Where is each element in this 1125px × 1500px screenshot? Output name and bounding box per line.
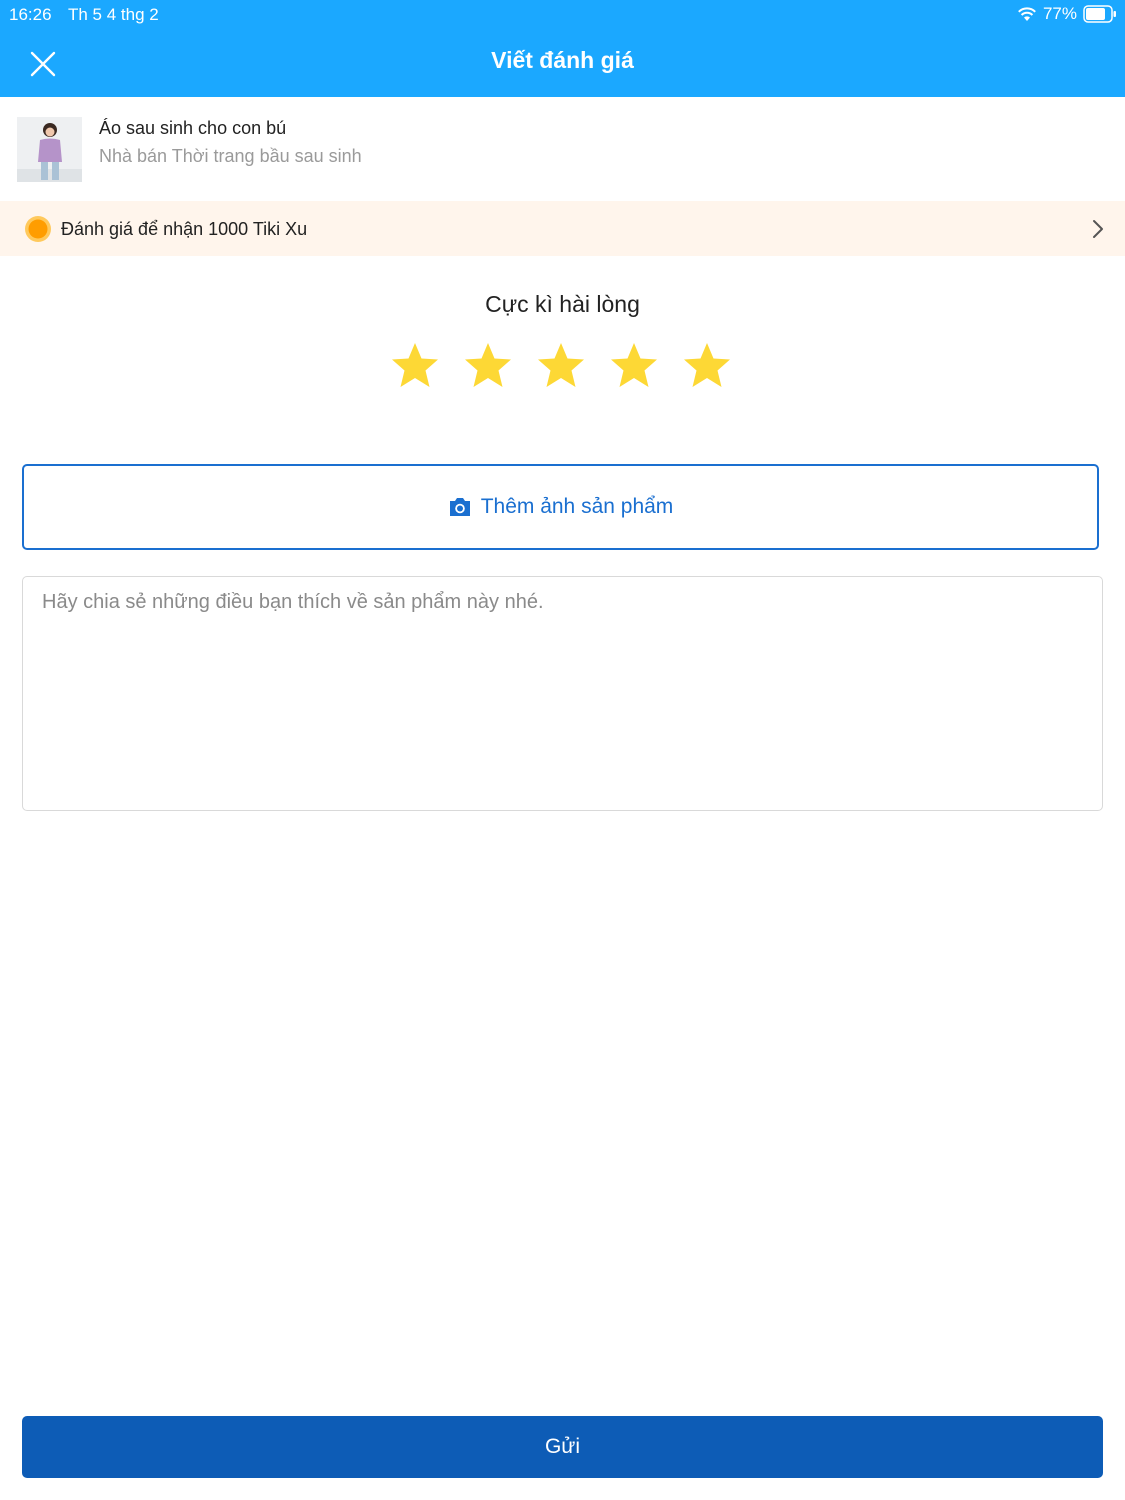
wifi-icon xyxy=(1018,7,1036,21)
seller-name: Nhà bán Thời trang bầu sau sinh xyxy=(99,146,362,166)
page-title: Viết đánh giá xyxy=(491,47,634,73)
top-bar: 16:26 Th 5 4 thg 2 77% Viết đánh giá xyxy=(0,0,1125,97)
chevron-right-icon xyxy=(1093,220,1103,238)
status-date: Th 5 4 thg 2 xyxy=(68,5,159,24)
camera-icon xyxy=(449,498,470,516)
reward-banner[interactable]: Đánh giá để nhận 1000 Tiki Xu xyxy=(0,201,1125,256)
battery-percent: 77% xyxy=(1042,4,1077,23)
add-photo-button[interactable]: Thêm ảnh sản phẩm xyxy=(22,464,1099,550)
submit-button[interactable]: Gửi xyxy=(22,1416,1103,1478)
star-icon[interactable] xyxy=(463,341,513,391)
battery-icon xyxy=(1083,5,1116,23)
product-name: Áo sau sinh cho con bú xyxy=(99,118,287,138)
star-icon[interactable] xyxy=(536,341,586,391)
star-icon[interactable] xyxy=(609,341,659,391)
star-rating xyxy=(390,341,732,391)
star-icon[interactable] xyxy=(682,341,732,391)
rating-label: Cực kì hài lòng xyxy=(485,291,640,317)
review-textarea[interactable] xyxy=(22,576,1103,811)
product-summary: Áo sau sinh cho con bú Nhà bán Thời tran… xyxy=(0,97,1125,201)
reward-text: Đánh giá để nhận 1000 Tiki Xu xyxy=(61,219,308,239)
status-time: 16:26 xyxy=(9,5,52,24)
add-photo-label: Thêm ảnh sản phẩm xyxy=(480,495,674,518)
coin-icon xyxy=(25,216,51,242)
star-icon[interactable] xyxy=(390,341,440,391)
status-indicators: 77% xyxy=(1017,4,1117,24)
product-thumbnail xyxy=(17,117,82,182)
